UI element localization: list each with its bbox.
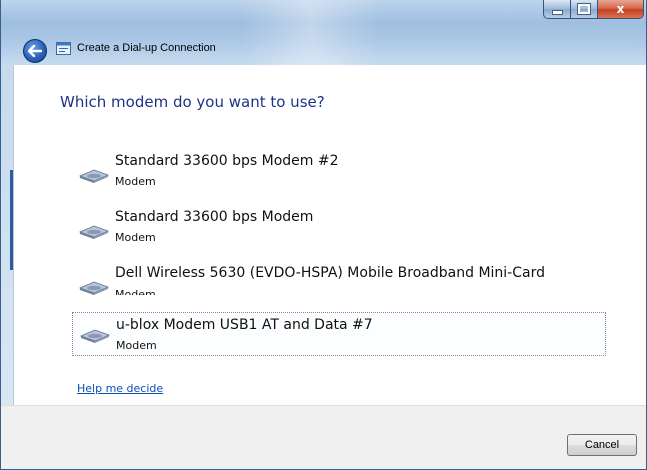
cancel-button[interactable]: Cancel [567,434,637,456]
close-button[interactable]: x [598,0,644,19]
modem-type: Modem [115,231,156,244]
modem-icon [78,281,110,295]
maximize-icon [577,3,591,15]
modem-item-1[interactable]: Standard 33600 bps Modem #2 Modem [72,153,606,195]
modem-type: Modem [116,339,157,352]
title-bar: x Create a Dial-up Connection [1,0,646,65]
minimize-button[interactable] [543,0,571,19]
network-connection-icon [56,42,71,55]
close-icon: x [616,2,625,16]
modem-type: Modem [115,175,156,188]
modem-name: Standard 33600 bps Modem #2 [115,153,339,169]
modem-icon [79,329,111,343]
minimize-icon [551,9,563,15]
modem-name: Dell Wireless 5630 (EVDO-HSPA) Mobile Br… [115,265,545,281]
back-arrow-icon [28,45,42,57]
back-button[interactable] [23,39,47,63]
main-content: Which modem do you want to use? Standard… [13,65,646,405]
modem-name: u-blox Modem USB1 AT and Data #7 [116,317,373,333]
window-title: Create a Dial-up Connection [77,42,216,54]
modem-item-2[interactable]: Standard 33600 bps Modem Modem [72,209,606,251]
modem-icon [78,169,110,183]
help-me-decide-link[interactable]: Help me decide [77,382,163,395]
modem-item-3[interactable]: Dell Wireless 5630 (EVDO-HSPA) Mobile Br… [72,265,606,295]
modem-type: Modem [115,288,156,295]
modem-name: Standard 33600 bps Modem [115,209,314,225]
maximize-button[interactable] [571,0,598,19]
footer-bar: Cancel [1,405,646,469]
window-controls: x [543,0,644,22]
page-heading: Which modem do you want to use? [60,93,325,111]
modem-icon [78,225,110,239]
modem-item-4[interactable]: u-blox Modem USB1 AT and Data #7 Modem [72,312,606,356]
dialog-window: x Create a Dial-up Connection Which mode… [0,0,647,470]
